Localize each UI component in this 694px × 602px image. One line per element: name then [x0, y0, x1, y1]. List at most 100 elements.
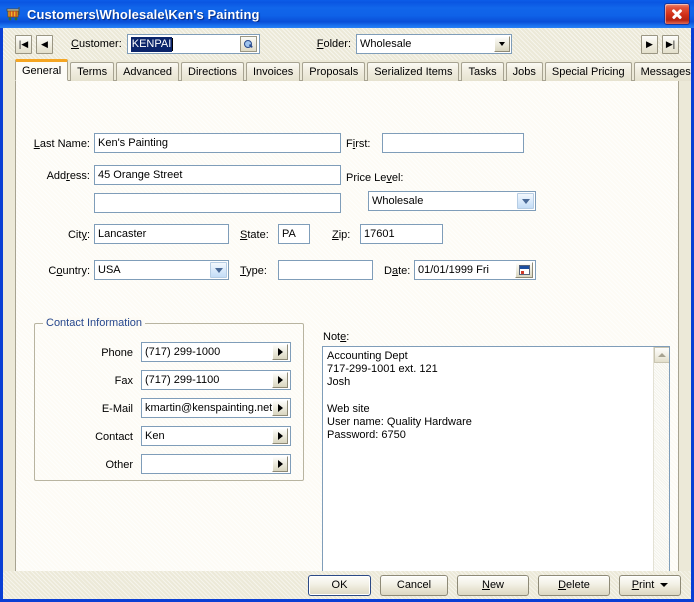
- city-input[interactable]: Lancaster: [94, 224, 229, 244]
- city-label: City:: [67, 229, 90, 241]
- first-record-icon: |◀: [18, 38, 29, 49]
- customer-value: KENPAI: [130, 36, 173, 52]
- arrow-right-icon: [277, 376, 283, 384]
- note-label: Note:: [323, 331, 350, 343]
- address-line1-value: 45 Orange Street: [98, 169, 183, 181]
- tab-label: Terms: [77, 66, 108, 78]
- date-input[interactable]: 01/01/1999 Fri: [414, 260, 536, 280]
- chevron-down-icon[interactable]: [660, 583, 669, 587]
- zip-input[interactable]: 17601: [360, 224, 443, 244]
- note-text: Accounting Dept 717-299-1001 ext. 121 Jo…: [327, 350, 472, 442]
- ok-button-label: OK: [331, 579, 348, 591]
- tab-general[interactable]: General: [15, 59, 69, 81]
- tab-terms[interactable]: Terms: [70, 62, 115, 81]
- contact-input[interactable]: Ken: [141, 426, 291, 446]
- calendar-glyph: [518, 265, 530, 275]
- tab-special-pricing[interactable]: Special Pricing: [544, 62, 632, 81]
- other-label: Other: [105, 459, 133, 471]
- folder-label: Folder:: [316, 38, 352, 50]
- tab-label: Messages: [640, 66, 691, 78]
- arrow-down-glyph: [499, 42, 506, 46]
- price-level-combobox[interactable]: Wholesale: [368, 191, 536, 211]
- address-line1-input[interactable]: 45 Orange Street: [94, 165, 341, 185]
- note-textarea[interactable]: Accounting Dept 717-299-1001 ext. 121 Jo…: [322, 346, 670, 599]
- tab-jobs[interactable]: Jobs: [505, 62, 543, 81]
- email-input[interactable]: kmartin@kenspainting.net: [141, 398, 291, 418]
- chevron-glyph: [522, 199, 530, 204]
- scroll-up-icon[interactable]: [654, 347, 669, 363]
- contact-dropdown-button[interactable]: [272, 428, 288, 444]
- customer-input[interactable]: KENPAI: [130, 36, 240, 52]
- country-value: USA: [98, 264, 121, 276]
- dialog-client-area: |◀ ◀ Customer: KENPAI Folder: Wholesale …: [3, 28, 691, 599]
- cancel-button[interactable]: Cancel: [380, 574, 448, 596]
- tab-advanced[interactable]: Advanced: [116, 62, 180, 81]
- tab-tasks[interactable]: Tasks: [461, 62, 504, 81]
- folder-combobox[interactable]: Wholesale: [356, 34, 513, 54]
- date-label: Date:: [384, 265, 411, 277]
- customer-label: Customer:: [71, 38, 122, 50]
- tab-label: Special Pricing: [551, 66, 625, 78]
- customer-search-button[interactable]: [239, 36, 257, 52]
- chevron-down-icon[interactable]: [210, 262, 227, 278]
- contact-value: Ken: [145, 430, 165, 442]
- zip-label: Zip:: [332, 229, 351, 241]
- state-input[interactable]: PA: [278, 224, 310, 244]
- next-record-icon: ▶: [646, 38, 653, 49]
- customer-cart-icon: [6, 6, 22, 22]
- chevron-down-icon[interactable]: [494, 36, 511, 52]
- contact-information-legend: Contact Information: [43, 317, 145, 329]
- email-dropdown-button[interactable]: [272, 400, 289, 416]
- dialog-button-bar: OK Cancel New Delete Print: [3, 571, 691, 599]
- tab-label: Invoices: [252, 66, 294, 78]
- ok-button[interactable]: OK: [308, 574, 371, 596]
- tab-proposals[interactable]: Proposals: [302, 62, 366, 81]
- state-label: State:: [240, 229, 269, 241]
- chevron-glyph: [215, 268, 223, 273]
- last-name-input[interactable]: Ken's Painting: [94, 133, 341, 153]
- print-button[interactable]: Print: [619, 574, 681, 596]
- email-label: E-Mail: [101, 403, 133, 415]
- customer-field[interactable]: KENPAI: [126, 34, 260, 54]
- new-button[interactable]: New: [457, 574, 529, 596]
- tab-messages[interactable]: Messages: [633, 62, 691, 81]
- first-record-button[interactable]: |◀: [15, 34, 32, 54]
- state-value: PA: [282, 228, 296, 240]
- phone-dropdown-button[interactable]: [272, 344, 288, 360]
- country-combobox[interactable]: USA: [94, 260, 229, 280]
- phone-input[interactable]: (717) 299-1000: [141, 342, 291, 362]
- last-record-button[interactable]: ▶|: [662, 34, 679, 54]
- arrow-right-icon: [277, 348, 283, 356]
- delete-button[interactable]: Delete: [538, 574, 610, 596]
- prev-record-icon: ◀: [41, 38, 48, 49]
- close-icon[interactable]: [664, 3, 690, 25]
- fax-input[interactable]: (717) 299-1100: [141, 370, 291, 390]
- email-value: kmartin@kenspainting.net: [145, 402, 273, 414]
- new-button-label: New: [481, 579, 504, 591]
- address-line2-input[interactable]: [94, 193, 341, 213]
- last-name-value: Ken's Painting: [98, 137, 168, 149]
- record-toolbar: |◀ ◀ Customer: KENPAI Folder: Wholesale …: [3, 28, 691, 60]
- tab-strip: General Terms Advanced Directions Invoic…: [15, 59, 691, 81]
- title-bar: Customers\Wholesale\Ken's Painting: [0, 0, 694, 28]
- other-dropdown-button[interactable]: [272, 456, 288, 472]
- phone-value: (717) 299-1000: [145, 346, 221, 358]
- tab-serialized-items[interactable]: Serialized Items: [367, 62, 460, 81]
- chevron-up-glyph: [658, 353, 666, 357]
- arrow-right-icon: [277, 404, 283, 412]
- note-scrollbar[interactable]: [653, 347, 669, 599]
- fax-dropdown-button[interactable]: [272, 372, 288, 388]
- other-input[interactable]: [141, 454, 291, 474]
- tab-invoices[interactable]: Invoices: [245, 62, 301, 81]
- arrow-right-icon: [277, 460, 283, 468]
- last-record-icon: ▶|: [665, 38, 676, 49]
- chevron-down-icon[interactable]: [517, 193, 534, 209]
- type-input[interactable]: [278, 260, 373, 280]
- prev-record-button[interactable]: ◀: [36, 34, 53, 54]
- type-label: Type:: [240, 265, 267, 277]
- tab-label: Directions: [188, 66, 237, 78]
- next-record-button[interactable]: ▶: [641, 34, 658, 54]
- first-name-input[interactable]: [382, 133, 524, 153]
- tab-directions[interactable]: Directions: [181, 62, 244, 81]
- calendar-icon[interactable]: [515, 262, 533, 278]
